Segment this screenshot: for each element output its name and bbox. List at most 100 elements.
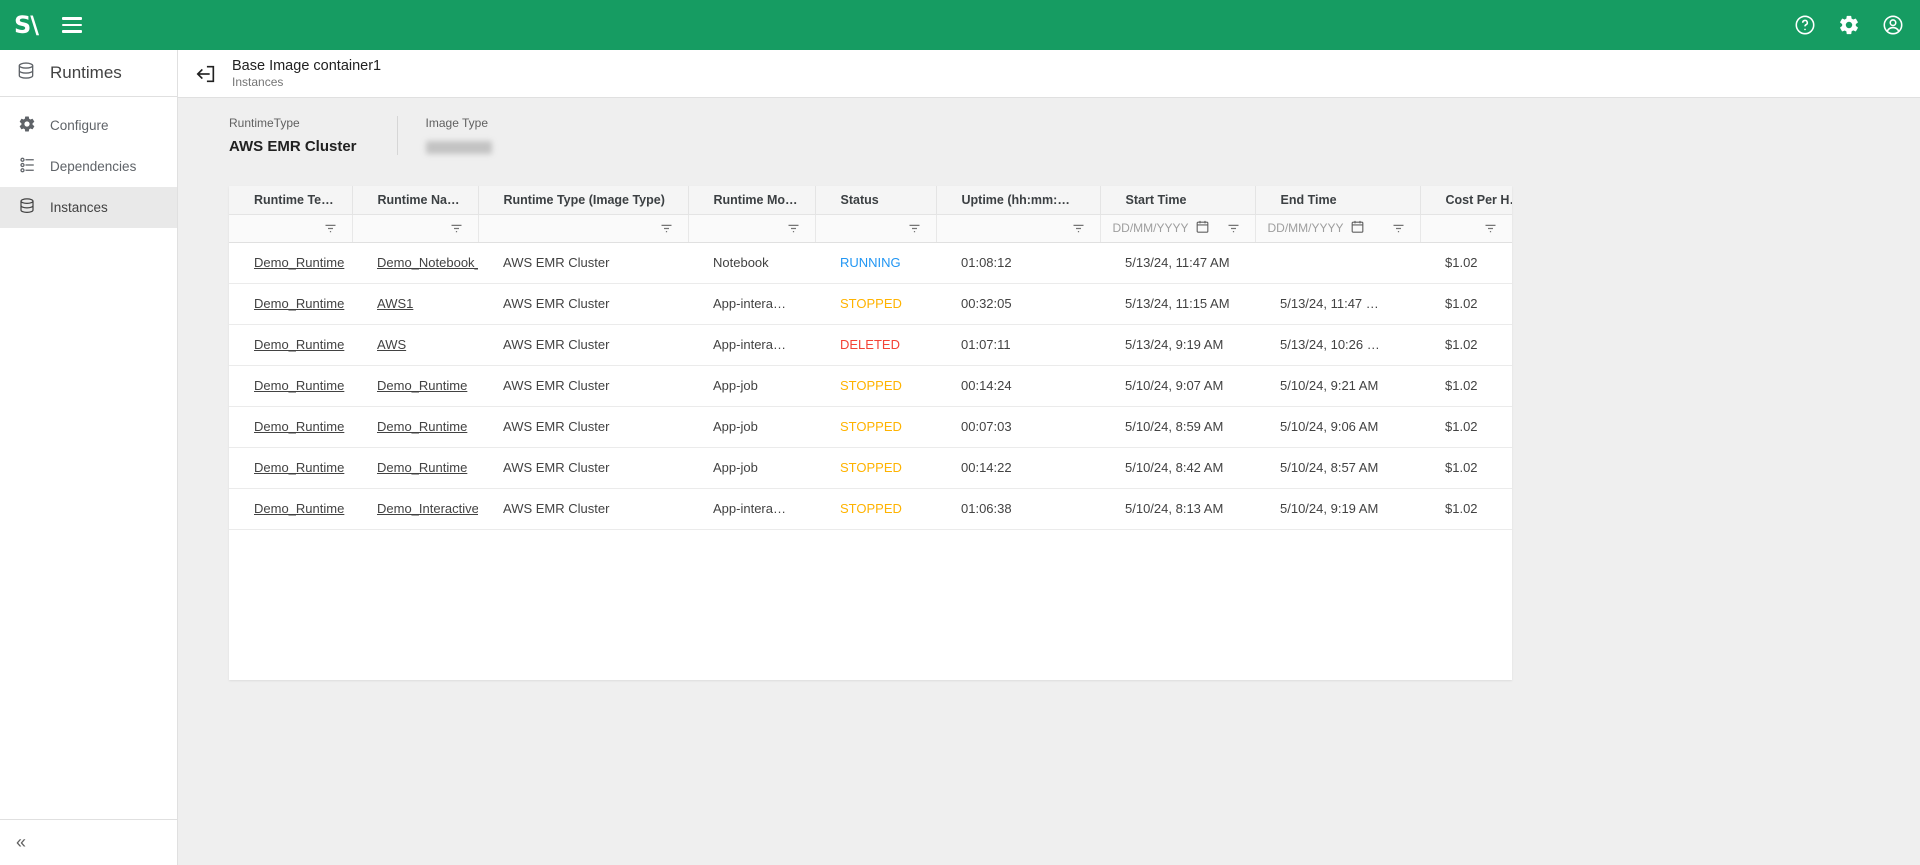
runtime-template-link[interactable]: Demo_Runtime — [254, 255, 344, 270]
end-time-cell: 5/10/24, 8:57 AM — [1255, 447, 1420, 488]
runtime-name-link[interactable]: Demo_Runtime — [377, 378, 467, 393]
runtime-mode-cell: App-job — [688, 447, 815, 488]
runtime-template-cell: Demo_Runtime — [229, 488, 352, 529]
filter-icon[interactable] — [449, 221, 464, 236]
start-time-cell: 5/13/24, 11:47 AM — [1100, 242, 1255, 283]
uptime-cell: 00:07:03 — [936, 406, 1100, 447]
col-header-runtime-name[interactable]: Runtime Na… — [352, 186, 478, 214]
runtime-name-cell: Demo_Interactive — [352, 488, 478, 529]
filter-icon[interactable] — [1483, 221, 1498, 236]
table-row: Demo_Runtime Demo_Notebook_AWS EMR Cluste… — [229, 242, 1512, 283]
filter-icon[interactable] — [323, 221, 338, 236]
end-time-date-filter[interactable]: DD/MM/YYYY — [1268, 219, 1365, 237]
back-icon[interactable] — [194, 62, 218, 86]
sidebar-item-label: Instances — [50, 200, 108, 215]
runtime-template-link[interactable]: Demo_Runtime — [254, 460, 344, 475]
uptime-cell: 01:07:11 — [936, 324, 1100, 365]
start-time-cell: 5/10/24, 9:07 AM — [1100, 365, 1255, 406]
sidebar-item-instances[interactable]: Instances — [0, 187, 177, 228]
uptime-cell: 01:08:12 — [936, 242, 1100, 283]
filter-icon[interactable] — [1071, 221, 1086, 236]
start-time-cell: 5/13/24, 11:15 AM — [1100, 283, 1255, 324]
runtime-template-link[interactable]: Demo_Runtime — [254, 419, 344, 434]
app-logo: S\ — [14, 11, 38, 39]
col-header-uptime[interactable]: Uptime (hh:mm:… — [936, 186, 1100, 214]
table-row: Demo_RuntimeAWSAWS EMR ClusterApp-intera… — [229, 324, 1512, 365]
sidebar: Runtimes Configure Dependencies — [0, 50, 178, 865]
hamburger-menu-icon[interactable] — [62, 17, 82, 33]
status-cell: RUNNING — [815, 242, 936, 283]
runtime-template-link[interactable]: Demo_Runtime — [254, 296, 344, 311]
table-row: Demo_RuntimeDemo_RuntimeAWS EMR ClusterA… — [229, 406, 1512, 447]
cost-cell: $1.02 — [1420, 488, 1512, 529]
calendar-icon[interactable] — [1195, 219, 1210, 237]
col-header-start-time[interactable]: Start Time — [1100, 186, 1255, 214]
settings-gear-icon[interactable] — [1838, 14, 1860, 36]
cost-cell: $1.02 — [1420, 406, 1512, 447]
runtime-type-label: RuntimeType — [229, 116, 357, 130]
runtime-name-link[interactable]: Demo_Runtime — [377, 460, 467, 475]
end-time-cell: 5/13/24, 11:47 … — [1255, 283, 1420, 324]
runtime-details: RuntimeType AWS EMR Cluster Image Type — [229, 116, 532, 155]
filter-icon[interactable] — [1391, 221, 1406, 236]
image-type-label: Image Type — [426, 116, 492, 130]
page-header: Base Image container1 Instances — [178, 50, 1920, 98]
runtime-mode-cell: App-intera… — [688, 488, 815, 529]
filter-icon[interactable] — [907, 221, 922, 236]
runtime-template-cell: Demo_Runtime — [229, 324, 352, 365]
sidebar-title: Runtimes — [0, 50, 177, 97]
uptime-cell: 00:32:05 — [936, 283, 1100, 324]
start-time-cell: 5/10/24, 8:59 AM — [1100, 406, 1255, 447]
col-header-runtime-template[interactable]: Runtime Te… — [229, 186, 352, 214]
col-header-end-time[interactable]: End Time — [1255, 186, 1420, 214]
page-subtitle: Instances — [232, 75, 381, 89]
col-header-status[interactable]: Status — [815, 186, 936, 214]
runtime-type-cell: AWS EMR Cluster — [478, 488, 688, 529]
runtime-name-link[interactable]: Demo_Runtime — [377, 419, 467, 434]
instances-table: Runtime Te… Runtime Na… Runtime Type (Im… — [229, 186, 1512, 530]
calendar-icon[interactable] — [1350, 219, 1365, 237]
runtime-name-link[interactable]: Demo_Notebook_ — [377, 255, 478, 270]
sidebar-collapse-icon[interactable]: « — [16, 832, 24, 853]
col-header-runtime-mode[interactable]: Runtime Mo… — [688, 186, 815, 214]
filter-icon[interactable] — [659, 221, 674, 236]
database-icon — [18, 197, 36, 218]
table-row: Demo_RuntimeAWS1AWS EMR ClusterApp-inter… — [229, 283, 1512, 324]
uptime-cell: 00:14:22 — [936, 447, 1100, 488]
runtimes-icon — [16, 61, 36, 86]
runtime-type-cell: AWS EMR Cluster — [478, 447, 688, 488]
start-time-cell: 5/10/24, 8:13 AM — [1100, 488, 1255, 529]
runtime-name-link[interactable]: Demo_Interactive — [377, 501, 478, 516]
filter-icon[interactable] — [786, 221, 801, 236]
sidebar-item-dependencies[interactable]: Dependencies — [0, 146, 177, 187]
account-icon[interactable] — [1882, 14, 1904, 36]
runtime-mode-cell: App-job — [688, 406, 815, 447]
runtime-name-cell: AWS1 — [352, 283, 478, 324]
runtime-template-cell: Demo_Runtime — [229, 365, 352, 406]
col-header-cost[interactable]: Cost Per H… — [1420, 186, 1512, 214]
runtime-type-group: RuntimeType AWS EMR Cluster — [229, 116, 397, 155]
runtime-name-link[interactable]: AWS — [377, 337, 406, 352]
start-time-date-filter[interactable]: DD/MM/YYYY — [1113, 219, 1210, 237]
runtime-template-cell: Demo_Runtime — [229, 406, 352, 447]
runtime-type-cell: AWS EMR Cluster — [478, 283, 688, 324]
filter-icon[interactable] — [1226, 221, 1241, 236]
help-icon[interactable] — [1794, 14, 1816, 36]
sidebar-item-configure[interactable]: Configure — [0, 105, 177, 146]
col-header-runtime-type[interactable]: Runtime Type (Image Type) — [478, 186, 688, 214]
cost-cell: $1.02 — [1420, 447, 1512, 488]
runtime-template-link[interactable]: Demo_Runtime — [254, 337, 344, 352]
runtime-name-link[interactable]: AWS1 — [377, 296, 413, 311]
end-time-cell: 5/10/24, 9:06 AM — [1255, 406, 1420, 447]
page-title: Base Image container1 — [232, 58, 381, 74]
runtime-template-link[interactable]: Demo_Runtime — [254, 378, 344, 393]
instances-table-card: Runtime Te… Runtime Na… Runtime Type (Im… — [229, 186, 1512, 680]
runtime-template-link[interactable]: Demo_Runtime — [254, 501, 344, 516]
sidebar-footer: « — [0, 819, 177, 865]
runtime-name-cell: AWS — [352, 324, 478, 365]
status-cell: STOPPED — [815, 365, 936, 406]
instances-table-body: Demo_RuntimeDemo_Notebook_AWS EMR Cluste… — [229, 242, 1512, 529]
runtime-template-cell: Demo_Runtime — [229, 283, 352, 324]
table-row: Demo_Runtime Demo_Runtime AWS EMR ClusterA… — [229, 447, 1512, 488]
runtime-type-cell: AWS EMR Cluster — [478, 242, 688, 283]
